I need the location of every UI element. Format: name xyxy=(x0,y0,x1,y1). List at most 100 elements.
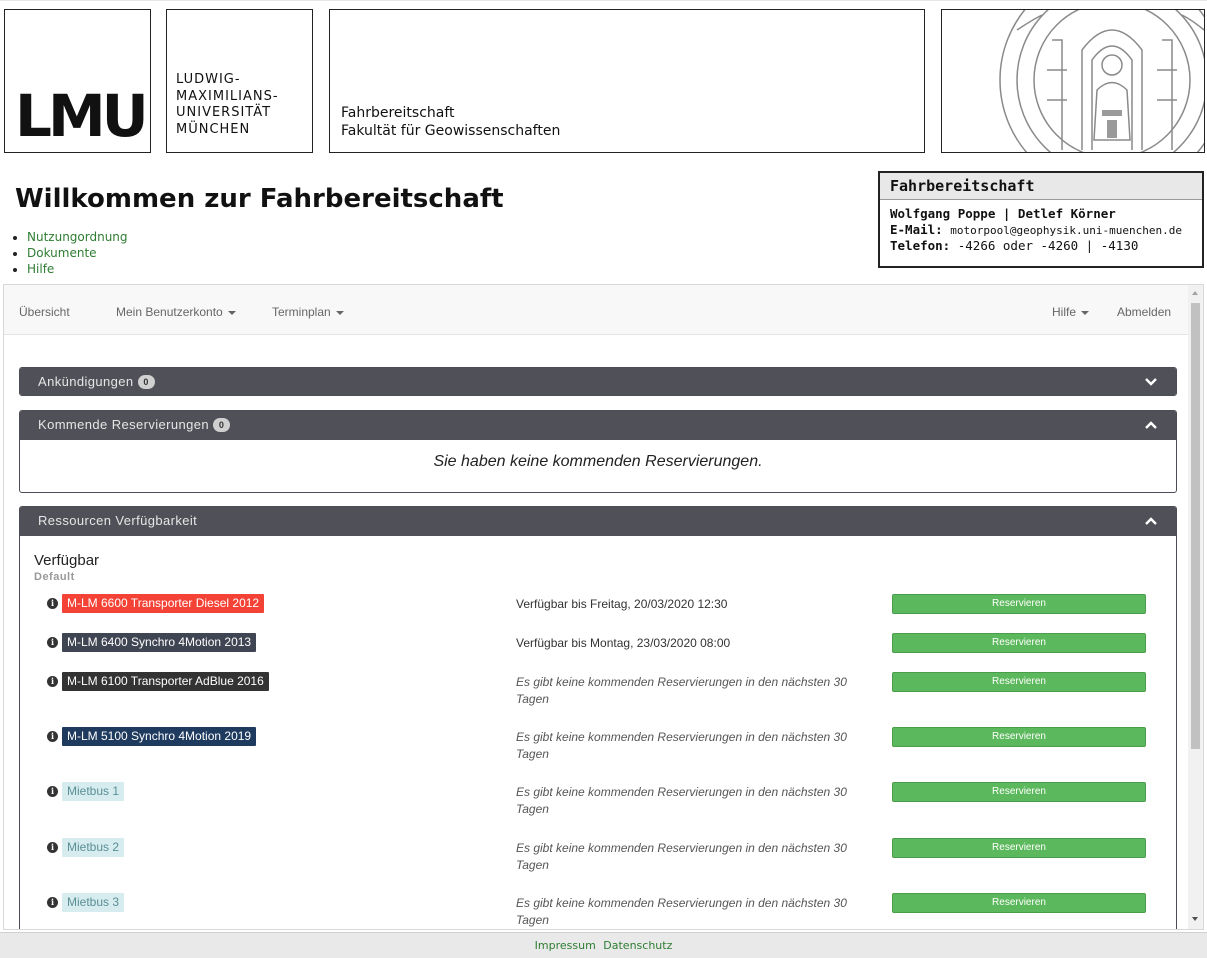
phone-label: Telefon: xyxy=(890,238,951,253)
university-seal-icon xyxy=(999,10,1204,152)
link-item: Hilfe xyxy=(27,261,128,277)
caret-down-icon xyxy=(227,310,236,315)
resource-label[interactable]: Mietbus 3 xyxy=(62,893,125,912)
email-label: E-Mail: xyxy=(890,221,943,237)
university-name-line: MÜNCHEN xyxy=(176,121,251,137)
info-icon[interactable]: i xyxy=(47,786,58,797)
panel-title: Ressourcen Verfügbarkeit xyxy=(38,513,198,528)
announcements-panel: Ankündigungen 0 xyxy=(19,367,1177,396)
section-title: Verfügbar xyxy=(34,552,100,569)
contact-body: Wolfgang Poppe | Detlef Körner E-Mail: m… xyxy=(880,200,1202,260)
info-icon[interactable]: i xyxy=(47,842,58,853)
university-name-line: MAXIMILIANS- xyxy=(176,88,279,104)
scroll-down-icon[interactable] xyxy=(1192,917,1198,921)
link-help[interactable]: Hilfe xyxy=(27,262,54,276)
footer: Impressum Datenschutz xyxy=(0,932,1207,958)
resource-status: Es gibt keine kommenden Reservierungen i… xyxy=(516,675,847,706)
resource-row: i M-LM 6400 Synchro 4Motion 2013 Verfügb… xyxy=(20,633,1160,673)
lmu-logo-box[interactable]: LMU xyxy=(4,9,151,153)
resource-label[interactable]: M-LM 5100 Synchro 4Motion 2019 xyxy=(62,727,257,746)
resource-status: Es gibt keine kommenden Reservierungen i… xyxy=(516,785,847,816)
link-item: Dokumente xyxy=(27,245,128,261)
seal-box xyxy=(941,9,1205,153)
navbar: Übersicht Mein Benutzerkonto Terminplan … xyxy=(4,285,1188,335)
scroll-up-icon[interactable] xyxy=(1192,291,1198,295)
resource-row: i M-LM 5100 Synchro 4Motion 2019 Es gibt… xyxy=(20,727,1160,767)
caret-down-icon xyxy=(1081,310,1090,315)
footer-privacy-link[interactable]: Datenschutz xyxy=(603,939,672,952)
chevron-up-icon[interactable] xyxy=(1144,515,1158,527)
university-name-box: LUDWIG- MAXIMILIANS- UNIVERSITÄT MÜNCHEN xyxy=(166,9,313,153)
resource-row: i Mietbus 3 Es gibt keine kommenden Rese… xyxy=(20,893,1160,929)
resource-status: Es gibt keine kommenden Reservierungen i… xyxy=(516,730,847,761)
resource-label[interactable]: M-LM 6600 Transporter Diesel 2012 xyxy=(62,594,265,613)
resource-status: Verfügbar bis Freitag, 20/03/2020 12:30 xyxy=(516,597,728,611)
upcoming-header[interactable]: Kommende Reservierungen 0 xyxy=(20,411,1176,440)
nav-schedule[interactable]: Terminplan xyxy=(272,305,344,319)
empty-reservations-message: Sie haben keine kommenden Reservierungen… xyxy=(433,453,763,470)
nav-overview[interactable]: Übersicht xyxy=(19,305,70,319)
link-usage-rules[interactable]: Nutzungordnung xyxy=(27,230,128,244)
resource-status: Verfügbar bis Montag, 23/03/2020 08:00 xyxy=(516,636,731,650)
resource-row: i M-LM 6600 Transporter Diesel 2012 Verf… xyxy=(20,594,1160,634)
resource-status: Es gibt keine kommenden Reservierungen i… xyxy=(516,896,847,927)
resource-label[interactable]: Mietbus 1 xyxy=(62,782,125,801)
link-item: Nutzungordnung xyxy=(27,229,128,245)
reserve-button[interactable]: Reservieren xyxy=(892,893,1146,913)
count-badge: 0 xyxy=(213,418,231,432)
resource-label[interactable]: M-LM 6400 Synchro 4Motion 2013 xyxy=(62,633,257,652)
nav-schedule-label: Terminplan xyxy=(272,305,331,319)
contact-box: Fahrbereitschaft Wolfgang Poppe | Detlef… xyxy=(878,171,1204,268)
lmu-logo: LMU xyxy=(15,82,149,150)
panel-title: Kommende Reservierungen xyxy=(38,417,210,432)
university-name-line: UNIVERSITÄT xyxy=(176,105,272,120)
page-title: Willkommen zur Fahrbereitschaft xyxy=(15,184,504,214)
resource-row: i M-LM 6100 Transporter AdBlue 2016 Es g… xyxy=(20,672,1160,712)
reserve-button[interactable]: Reservieren xyxy=(892,594,1146,614)
info-icon[interactable]: i xyxy=(47,598,58,609)
caret-down-icon xyxy=(335,310,344,315)
resource-row: i Mietbus 2 Es gibt keine kommenden Rese… xyxy=(20,838,1160,878)
resource-label[interactable]: M-LM 6100 Transporter AdBlue 2016 xyxy=(62,672,269,691)
resource-status: Es gibt keine kommenden Reservierungen i… xyxy=(516,841,847,872)
footer-impressum-link[interactable]: Impressum xyxy=(535,939,596,952)
info-icon[interactable]: i xyxy=(47,676,58,687)
contact-phone: -4266 oder -4260 | -4130 xyxy=(957,238,1139,253)
university-name: LUDWIG- MAXIMILIANS- UNIVERSITÄT MÜNCHEN xyxy=(176,72,279,138)
scroll-thumb[interactable] xyxy=(1191,303,1200,749)
reserve-button[interactable]: Reservieren xyxy=(892,633,1146,653)
section-subtitle: Default xyxy=(34,571,75,583)
nav-help[interactable]: Hilfe xyxy=(1052,305,1090,319)
contact-names: Wolfgang Poppe | Detlef Körner xyxy=(890,206,1116,221)
nav-logout[interactable]: Abmelden xyxy=(1117,305,1171,319)
department-line: Fahrbereitschaft xyxy=(341,105,455,121)
contact-email[interactable]: motorpool@geophysik.uni-muenchen.de xyxy=(950,224,1182,237)
nav-account-label: Mein Benutzerkonto xyxy=(116,305,223,319)
chevron-up-icon[interactable] xyxy=(1144,419,1158,431)
reserve-button[interactable]: Reservieren xyxy=(892,727,1146,747)
info-icon[interactable]: i xyxy=(47,637,58,648)
resource-row: i Mietbus 1 Es gibt keine kommenden Rese… xyxy=(20,782,1160,822)
reserve-button[interactable]: Reservieren xyxy=(892,672,1146,692)
link-documents[interactable]: Dokumente xyxy=(27,246,97,260)
reserve-button[interactable]: Reservieren xyxy=(892,782,1146,802)
announcements-header[interactable]: Ankündigungen 0 xyxy=(20,368,1176,395)
panel-title: Ankündigungen xyxy=(38,374,134,389)
app-frame: Übersicht Mein Benutzerkonto Terminplan … xyxy=(3,284,1204,930)
upcoming-reservations-panel: Kommende Reservierungen 0 Sie haben keine… xyxy=(19,410,1177,493)
scrollbar[interactable] xyxy=(1188,285,1203,929)
reserve-button[interactable]: Reservieren xyxy=(892,838,1146,858)
department-box: Fahrbereitschaft Fakultät für Geowissens… xyxy=(329,9,925,153)
contact-heading: Fahrbereitschaft xyxy=(880,173,1202,200)
nav-account[interactable]: Mein Benutzerkonto xyxy=(116,305,236,319)
info-icon[interactable]: i xyxy=(47,897,58,908)
count-badge: 0 xyxy=(137,375,155,389)
info-icon[interactable]: i xyxy=(47,731,58,742)
info-links: Nutzungordnung Dokumente Hilfe xyxy=(27,229,128,277)
department-name: Fahrbereitschaft Fakultät für Geowissens… xyxy=(341,104,560,140)
chevron-down-icon[interactable] xyxy=(1144,376,1158,388)
nav-help-label: Hilfe xyxy=(1052,305,1077,319)
resource-label[interactable]: Mietbus 2 xyxy=(62,838,125,857)
department-line: Fakultät für Geowissenschaften xyxy=(341,123,561,139)
availability-header[interactable]: Ressourcen Verfügbarkeit xyxy=(20,507,1176,536)
